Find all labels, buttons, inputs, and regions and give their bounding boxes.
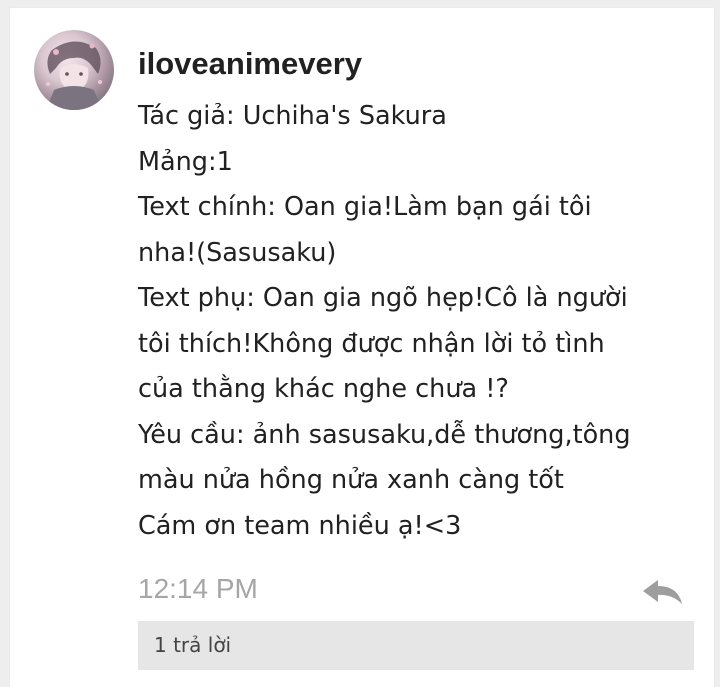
comment-line: Tác giả: Uchiha's Sakura bbox=[138, 101, 447, 131]
reply-arrow-icon bbox=[643, 580, 682, 604]
user-avatar[interactable] bbox=[34, 30, 114, 110]
comment-line: Yêu cầu: ảnh sasusaku,dễ thương,tông bbox=[138, 419, 631, 450]
comment-line: Text phụ: Oan gia ngõ hẹp!Cô là người bbox=[138, 283, 628, 313]
comment-line: màu nửa hồng nửa xanh càng tốt bbox=[138, 465, 564, 495]
comment-line: Cám ơn team nhiều ạ!<3 bbox=[138, 510, 462, 541]
comment-card: iloveanimevery Tác giả: Uchiha's Sakura … bbox=[10, 8, 714, 687]
comment-line: của thằng khác nghe chưa !? bbox=[138, 374, 509, 404]
timestamp: 12:14 PM bbox=[138, 573, 258, 604]
comment-line: Text chính: Oan gia!Làm bạn gái tôi bbox=[138, 192, 592, 222]
comment-line: nha!(Sasusaku) bbox=[138, 237, 337, 268]
comment-body: Tác giả: Uchiha's Sakura Mảng:1 Text chí… bbox=[138, 94, 698, 549]
reply-button[interactable] bbox=[638, 574, 686, 608]
username[interactable]: iloveanimevery bbox=[138, 46, 362, 82]
avatar-image bbox=[46, 41, 102, 110]
comment-line: Mảng:1 bbox=[138, 146, 233, 177]
replies-count-label: 1 trả lời bbox=[154, 633, 232, 657]
comment-line: tôi thích!Không được nhận lời tỏ tình bbox=[138, 328, 605, 359]
replies-toggle[interactable]: 1 trả lời bbox=[138, 621, 694, 670]
